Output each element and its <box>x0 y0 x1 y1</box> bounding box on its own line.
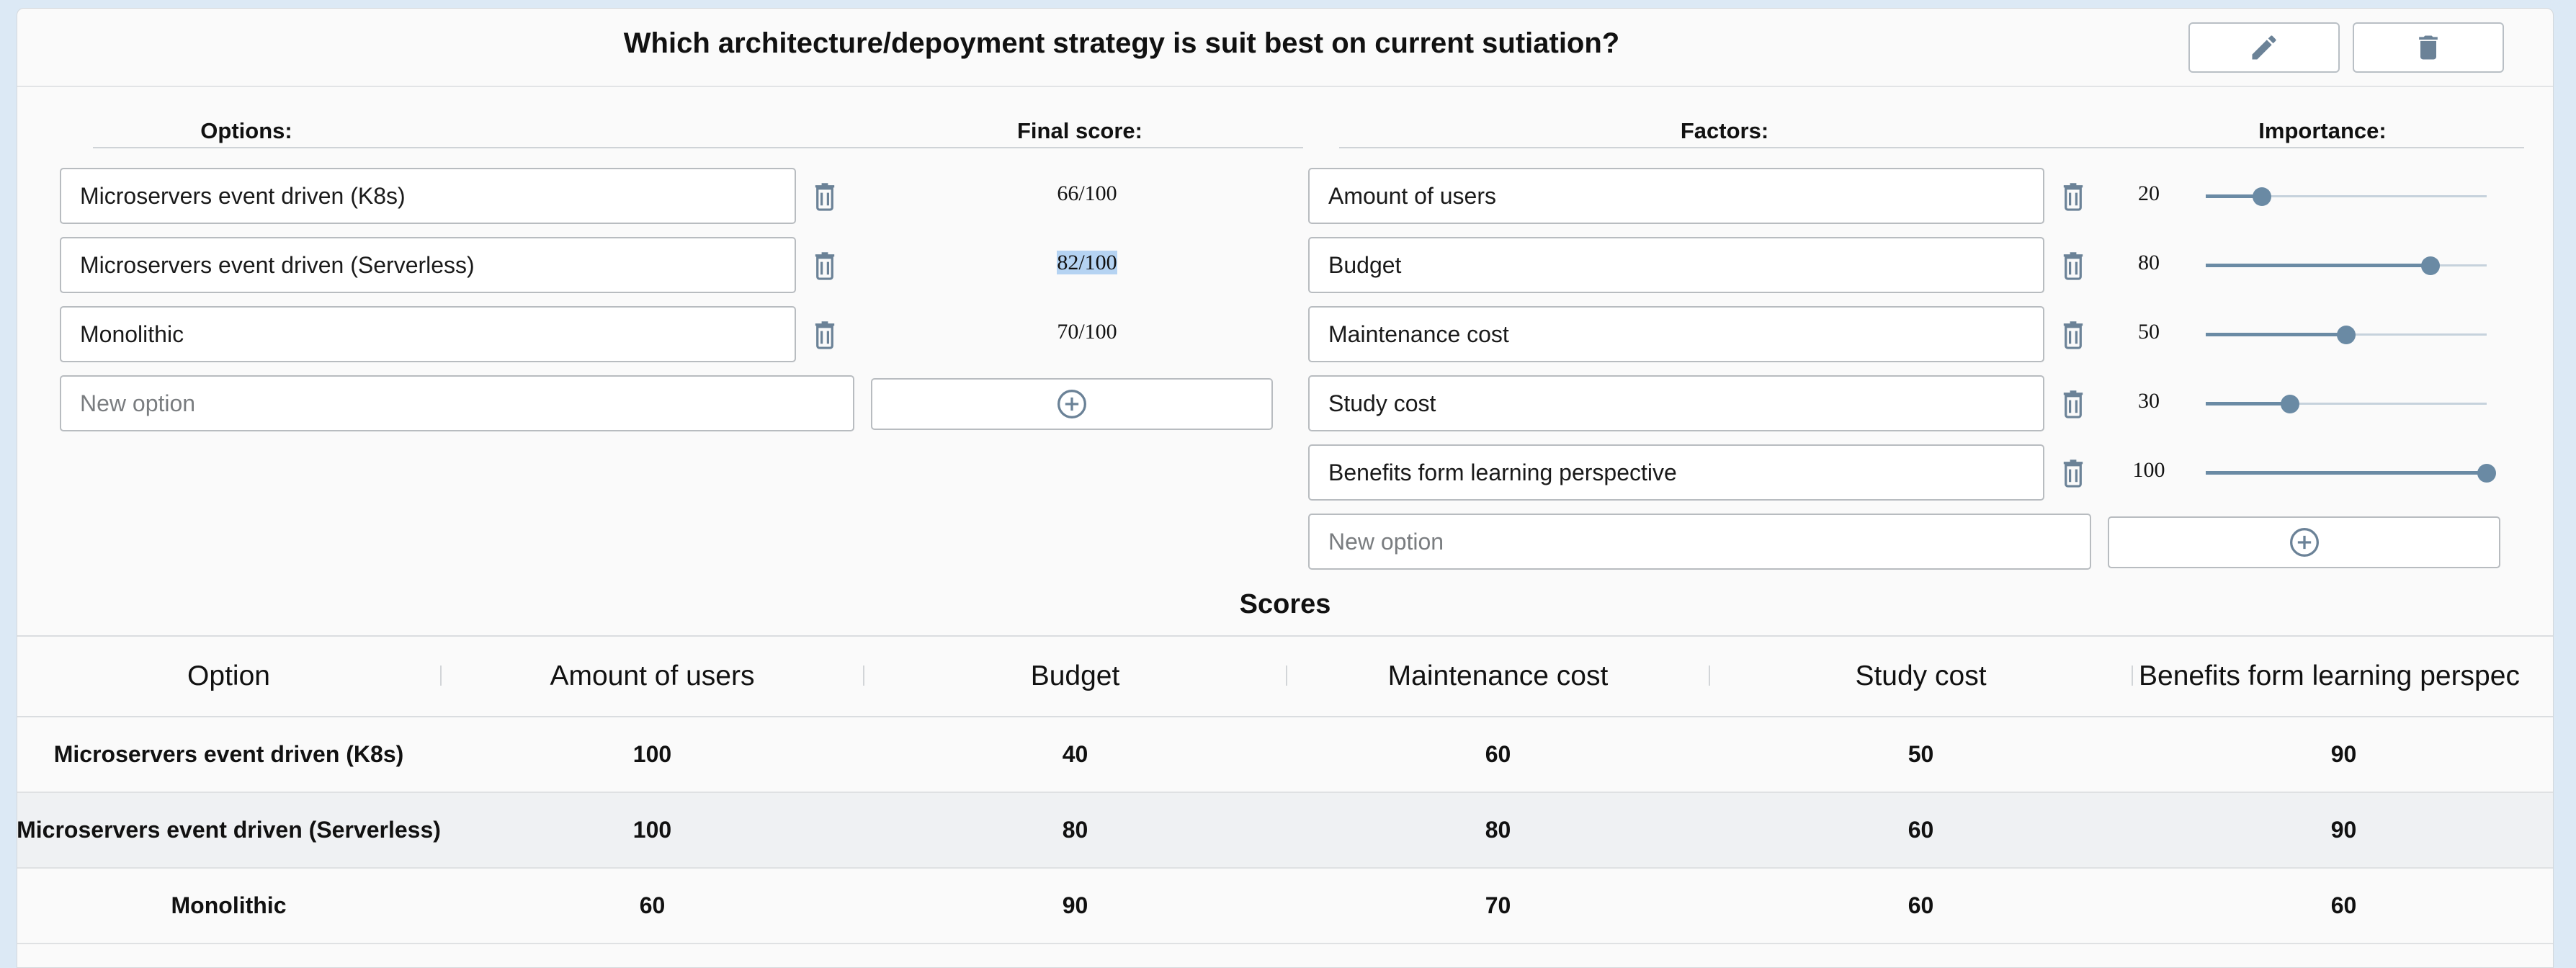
factor-name-input[interactable]: Amount of users <box>1308 168 2044 224</box>
importance-value: 50 <box>2138 320 2160 344</box>
delete-option-button[interactable] <box>812 249 838 281</box>
trash-icon <box>2419 35 2438 60</box>
score-cell: 80 <box>1485 817 1511 843</box>
table-row: Monolithic 60 90 70 60 60 <box>17 869 2553 944</box>
pencil-icon <box>2252 35 2276 60</box>
option-final-score: 70/100 <box>1057 320 1117 344</box>
delete-factor-button[interactable] <box>2060 180 2086 212</box>
trash-outline-icon <box>815 321 835 349</box>
options-header: Options: <box>200 118 292 143</box>
slider-thumb[interactable] <box>2421 256 2440 275</box>
trash-outline-icon <box>815 252 835 280</box>
delete-option-button[interactable] <box>812 318 838 350</box>
importance-slider[interactable] <box>2206 462 2496 483</box>
card-header: Which architecture/depoyment strategy is… <box>17 9 2553 87</box>
column-header-factor[interactable]: Study cost <box>1710 637 2132 716</box>
score-cell: 90 <box>1062 892 1088 918</box>
column-header-factor[interactable]: Budget <box>864 637 1286 716</box>
final-score-header: Final score: <box>1017 118 1142 143</box>
trash-outline-icon <box>2063 321 2083 349</box>
column-header-factor[interactable]: Maintenance cost <box>1287 637 1709 716</box>
table-row: Microservers event driven (Serverless) 1… <box>17 793 2553 869</box>
scores-table: Option Amount of users Budget Maintenanc… <box>17 635 2553 944</box>
row-option-cell: Microservers event driven (Serverless) <box>17 817 441 843</box>
new-option-input[interactable]: New option <box>60 375 854 431</box>
edit-button[interactable] <box>2188 22 2340 73</box>
column-header-factor[interactable]: Amount of users <box>442 637 863 716</box>
importance-value: 20 <box>2138 182 2160 205</box>
option-name-input[interactable]: Monolithic <box>60 306 796 362</box>
importance-value: 80 <box>2138 251 2160 274</box>
new-factor-input[interactable]: New option <box>1308 514 2091 570</box>
question-title: Which architecture/depoyment strategy is… <box>623 27 1620 59</box>
delete-button[interactable] <box>2353 22 2504 73</box>
option-name-input[interactable]: Microservers event driven (Serverless) <box>60 237 796 293</box>
factor-name-input[interactable]: Benefits form learning perspective <box>1308 444 2044 501</box>
score-cell: 90 <box>2330 741 2357 767</box>
column-resize-handle[interactable] <box>2132 666 2133 686</box>
options-header-divider <box>93 147 1303 148</box>
importance-header: Importance: <box>2258 118 2387 143</box>
importance-value: 30 <box>2138 389 2160 413</box>
delete-factor-button[interactable] <box>2060 387 2086 419</box>
score-cell: 60 <box>1908 892 1934 918</box>
plus-circle-icon <box>2289 528 2319 557</box>
factor-name-input[interactable]: Maintenance cost <box>1308 306 2044 362</box>
score-cell: 90 <box>2330 817 2357 843</box>
score-cell: 100 <box>632 817 672 843</box>
score-cell: 60 <box>2330 892 2357 918</box>
table-header: Option Amount of users Budget Maintenanc… <box>17 637 2553 717</box>
option-name-input[interactable]: Microservers event driven (K8s) <box>60 168 796 224</box>
factors-header-divider <box>1339 147 2524 148</box>
importance-slider[interactable] <box>2206 323 2487 345</box>
factor-name-input[interactable]: Budget <box>1308 237 2044 293</box>
table-row: Microservers event driven (K8s) 100 40 6… <box>17 717 2553 793</box>
trash-outline-icon <box>2063 460 2083 488</box>
scores-title: Scores <box>1239 589 1331 619</box>
slider-thumb[interactable] <box>2477 464 2496 483</box>
score-cell: 80 <box>1062 817 1088 843</box>
importance-slider[interactable] <box>2206 254 2487 276</box>
decision-card: Which architecture/depoyment strategy is… <box>17 8 2554 968</box>
option-final-score: 66/100 <box>1057 182 1117 205</box>
trash-outline-icon <box>2063 252 2083 280</box>
column-header-option[interactable]: Option <box>17 637 440 716</box>
delete-factor-button[interactable] <box>2060 318 2086 350</box>
slider-thumb[interactable] <box>2253 187 2271 206</box>
plus-circle-icon <box>1057 390 1086 418</box>
delete-option-button[interactable] <box>812 180 838 212</box>
add-option-button[interactable] <box>871 378 1273 430</box>
delete-factor-button[interactable] <box>2060 457 2086 488</box>
score-cell: 100 <box>632 741 672 767</box>
slider-thumb[interactable] <box>2281 395 2299 413</box>
factors-header: Factors: <box>1680 118 1769 143</box>
score-cell: 60 <box>1485 741 1511 767</box>
score-cell: 50 <box>1908 741 1934 767</box>
selected-score-text: 82/100 <box>1057 251 1117 274</box>
column-header-factor[interactable]: Benefits form learning perspec <box>2139 637 2553 716</box>
add-factor-button[interactable] <box>2108 516 2500 568</box>
trash-outline-icon <box>2063 183 2083 211</box>
trash-outline-icon <box>815 183 835 211</box>
delete-factor-button[interactable] <box>2060 249 2086 281</box>
score-cell: 40 <box>1062 741 1088 767</box>
option-final-score: 82/100 <box>979 251 1195 275</box>
importance-value: 100 <box>2132 458 2165 482</box>
score-cell: 60 <box>1908 817 1934 843</box>
trash-outline-icon <box>2063 390 2083 418</box>
slider-thumb[interactable] <box>2337 326 2356 344</box>
row-option-cell: Monolithic <box>171 892 287 918</box>
importance-slider[interactable] <box>2206 393 2487 414</box>
factor-name-input[interactable]: Study cost <box>1308 375 2044 431</box>
score-cell: 70 <box>1485 892 1511 918</box>
score-cell: 60 <box>639 892 666 918</box>
importance-slider[interactable] <box>2206 185 2487 207</box>
row-option-cell: Microservers event driven (K8s) <box>53 741 404 767</box>
